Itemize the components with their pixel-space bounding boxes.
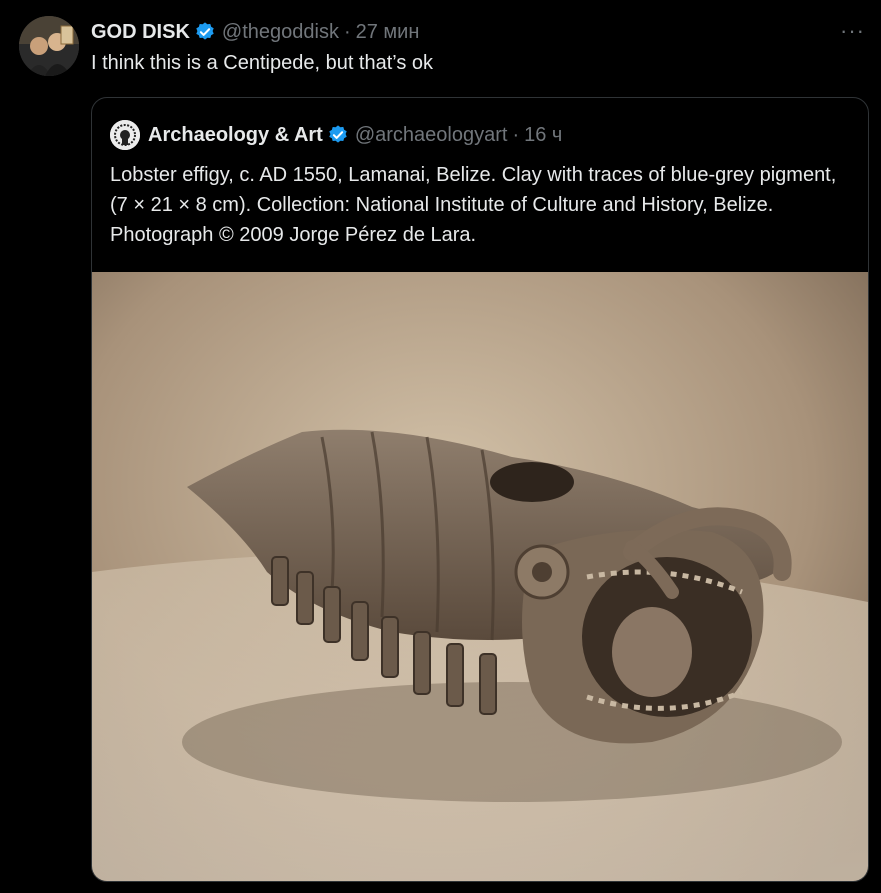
tweet-header: GOD DISK @thegoddisk · 27 мин [91,18,419,46]
quoted-tweet-header: Archaeology & Art @archaeologyart · 16 ч [110,120,562,150]
quoted-tweet-photo[interactable] [92,272,868,881]
quoted-author-name[interactable]: Archaeology & Art [148,124,323,147]
author-avatar[interactable] [19,16,79,76]
tweet-text: I think this is a Centipede, but that’s … [91,52,434,74]
quoted-author-avatar[interactable] [110,120,140,150]
timestamp[interactable]: 27 мин [356,21,420,44]
verified-badge-icon [196,22,214,40]
separator-dot: · [512,123,520,146]
author-name[interactable]: GOD DISK [91,21,190,44]
author-handle[interactable]: @thegoddisk [222,21,339,44]
separator-dot: · [343,20,351,43]
verified-badge-icon [329,125,347,143]
quoted-tweet-card[interactable]: Archaeology & Art @archaeologyart · 16 ч… [91,97,869,882]
quoted-timestamp[interactable]: 16 ч [524,124,562,147]
quoted-tweet-text: Lobster effigy, c. AD 1550, Lamanai, Bel… [110,164,837,246]
quoted-author-handle[interactable]: @archaeologyart [355,124,508,147]
more-options-icon[interactable]: ··· [840,18,865,44]
